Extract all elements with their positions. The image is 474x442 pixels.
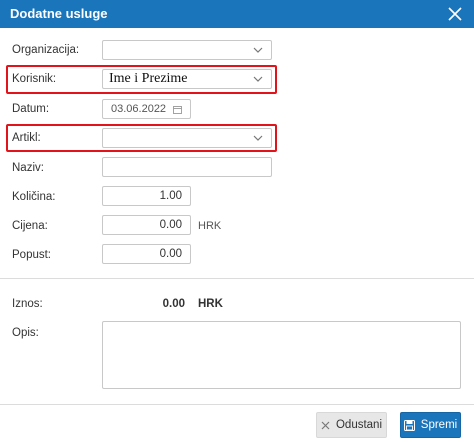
chevron-down-icon <box>253 135 263 141</box>
cancel-button-label: Odustani <box>335 419 383 431</box>
iznos-unit: HRK <box>198 298 223 310</box>
cijena-unit: HRK <box>198 220 222 232</box>
artikl-label: Artikl: <box>12 132 41 144</box>
chevron-down-icon <box>253 76 263 82</box>
naziv-input[interactable] <box>102 157 272 177</box>
calendar-icon[interactable] <box>173 105 182 114</box>
save-icon <box>403 419 415 431</box>
datum-input[interactable]: 03.06.2022 <box>102 99 191 119</box>
chevron-down-icon <box>253 47 263 53</box>
kolicina-input[interactable]: 1.00 <box>102 186 191 206</box>
artikl-select[interactable] <box>102 128 272 148</box>
save-button[interactable]: Spremi <box>400 412 461 438</box>
close-icon[interactable] <box>446 5 464 23</box>
popust-input[interactable]: 0.00 <box>102 244 191 264</box>
save-button-label: Spremi <box>420 419 458 431</box>
footer-divider <box>0 404 474 405</box>
cijena-label: Cijena: <box>12 220 48 232</box>
dialog-title: Dodatne usluge <box>10 6 108 21</box>
cancel-button[interactable]: Odustani <box>316 412 387 438</box>
popust-label: Popust: <box>12 249 51 261</box>
section-divider <box>0 278 474 279</box>
dialog-titlebar: Dodatne usluge <box>0 0 474 28</box>
close-icon <box>321 421 330 429</box>
korisnik-value: Ime i Prezime <box>109 71 188 86</box>
organizacija-select[interactable] <box>102 40 272 60</box>
organizacija-label: Organizacija: <box>12 44 80 56</box>
datum-label: Datum: <box>12 103 50 115</box>
korisnik-select[interactable]: Ime i Prezime <box>102 69 272 89</box>
datum-value: 03.06.2022 <box>111 103 167 115</box>
naziv-label: Naziv: <box>12 162 44 174</box>
opis-textarea[interactable] <box>102 321 461 389</box>
kolicina-label: Količina: <box>12 191 56 203</box>
cijena-input[interactable]: 0.00 <box>102 215 191 235</box>
iznos-label: Iznos: <box>12 298 43 310</box>
opis-label: Opis: <box>12 327 39 339</box>
iznos-value: 0.00 <box>162 298 185 310</box>
korisnik-label: Korisnik: <box>12 73 57 85</box>
